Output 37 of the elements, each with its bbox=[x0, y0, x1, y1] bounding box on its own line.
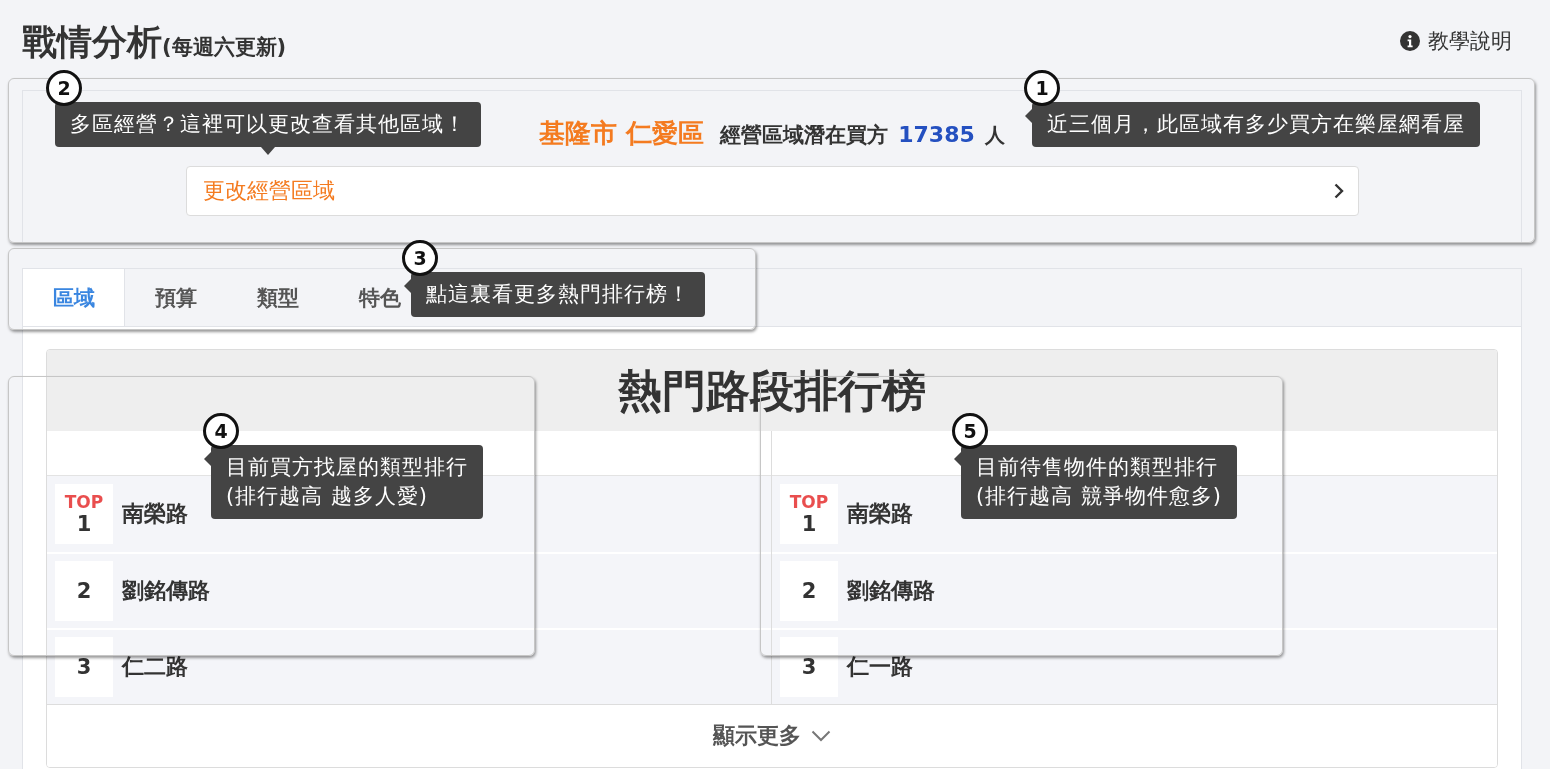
step-marker: 3 bbox=[402, 240, 438, 276]
buyer-count: 17385 bbox=[898, 122, 975, 147]
tooltip: 目前待售物件的類型排行 (排行越高 競爭物件愈多) bbox=[954, 445, 1238, 519]
tab[interactable]: 預算 bbox=[125, 269, 227, 326]
tooltip: 近三個月，此區域有多少買方在樂屋網看屋 bbox=[1025, 102, 1480, 147]
buyer-unit: 人 bbox=[984, 122, 1005, 149]
tab[interactable]: 類型 bbox=[227, 269, 329, 326]
top-label: TOP bbox=[789, 491, 829, 512]
show-more-button[interactable]: 顯示更多 bbox=[707, 717, 837, 755]
tooltip: 多區經營？這裡可以更改查看其他區域！ bbox=[55, 102, 481, 155]
tooltip: 目前買方找屋的類型排行 (排行越高 越多人愛) bbox=[204, 445, 483, 519]
road-name: 仁二路 bbox=[122, 653, 188, 681]
region-name: 基隆市 仁愛區 bbox=[539, 117, 705, 150]
rank-number: 1 bbox=[801, 511, 817, 537]
road-name: 劉銘傳路 bbox=[122, 577, 210, 605]
tab[interactable]: 區域 bbox=[23, 269, 125, 326]
rank-number: 3 bbox=[801, 654, 817, 680]
road-name: 南榮路 bbox=[847, 500, 913, 528]
ranking-title: 熱門路段排行榜 bbox=[618, 363, 926, 418]
chevron-right-icon bbox=[1333, 183, 1344, 199]
step-marker: 1 bbox=[1024, 70, 1060, 106]
road-name: 仁一路 bbox=[847, 653, 913, 681]
chevron-down-icon bbox=[811, 730, 831, 742]
step-marker: 2 bbox=[46, 70, 82, 106]
road-name: 劉銘傳路 bbox=[847, 577, 935, 605]
road-name: 南榮路 bbox=[122, 500, 188, 528]
rank-number: 2 bbox=[801, 578, 817, 604]
rank-number: 1 bbox=[76, 511, 92, 537]
buyer-label: 經營區域潛在買方 bbox=[720, 122, 889, 149]
help-link[interactable]: 教學說明 bbox=[1400, 28, 1512, 54]
rank-number: 3 bbox=[76, 654, 92, 680]
top-label: TOP bbox=[64, 491, 104, 512]
page-title: 戰情分析 bbox=[22, 21, 162, 64]
rank-number: 2 bbox=[76, 578, 92, 604]
tooltip: 點這裏看更多熱門排行榜！ bbox=[404, 272, 705, 317]
info-icon bbox=[1400, 31, 1420, 51]
page-subtitle: (每週六更新) bbox=[162, 35, 287, 59]
